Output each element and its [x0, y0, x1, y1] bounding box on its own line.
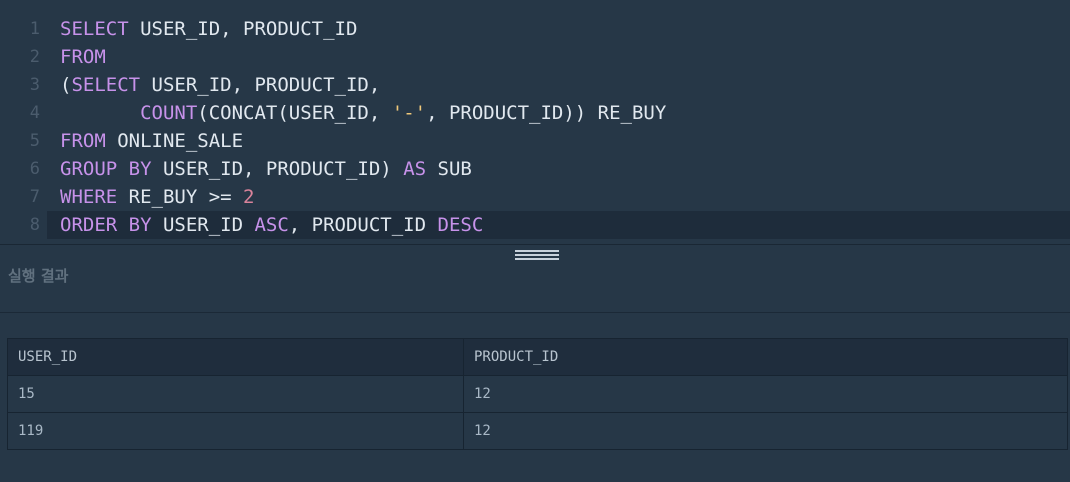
code-text[interactable]: GROUP BY USER_ID, PRODUCT_ID) AS SUB [60, 155, 472, 183]
code-token: RE_BUY >= [117, 186, 244, 208]
code-token: FROM [60, 130, 106, 152]
table-row: 119 12 [7, 412, 1068, 450]
code-text[interactable]: (SELECT USER_ID, PRODUCT_ID, [60, 71, 380, 99]
code-line[interactable]: 2 FROM [0, 43, 1070, 71]
code-text[interactable]: FROM [60, 43, 106, 71]
code-token: DESC [437, 214, 484, 236]
code-token: ONLINE_SALE [105, 130, 244, 152]
code-line[interactable]: 6 GROUP BY USER_ID, PRODUCT_ID) AS SUB [0, 155, 1070, 183]
code-line[interactable]: 3 (SELECT USER_ID, PRODUCT_ID, [0, 71, 1070, 99]
code-text[interactable]: ORDER BY USER_ID ASC, PRODUCT_ID DESC [60, 211, 483, 239]
code-token: ASC [254, 214, 289, 236]
line-number: 6 [29, 159, 40, 179]
code-token: WHERE [60, 186, 118, 208]
line-number: 7 [29, 187, 40, 207]
code-token: USER_ID [151, 214, 255, 236]
code-token: '-' [391, 102, 427, 124]
code-token: USER_ID, PRODUCT_ID [128, 18, 358, 40]
cell-product-id: 12 [463, 412, 1068, 450]
code-token: COUNT [140, 102, 198, 124]
code-token: , PRODUCT_ID)) RE_BUY [426, 102, 667, 124]
code-text[interactable]: WHERE RE_BUY >= 2 [60, 183, 255, 211]
code-token: , PRODUCT_ID [288, 214, 438, 236]
code-token: (CONCAT(USER_ID, [197, 102, 392, 124]
code-token: SELECT [60, 18, 129, 40]
cell-user-id: 15 [7, 375, 464, 413]
code-line[interactable]: 5 FROM ONLINE_SALE [0, 127, 1070, 155]
code-token: SELECT [71, 74, 141, 96]
code-token: GROUP BY [60, 158, 152, 180]
code-token: ( [60, 74, 72, 96]
result-table: USER_ID PRODUCT_ID 15 12 119 12 [7, 338, 1068, 450]
code-line[interactable]: 4 COUNT(CONCAT(USER_ID, '-', PRODUCT_ID)… [0, 99, 1070, 127]
drag-handle-icon[interactable] [514, 249, 560, 263]
code-text[interactable]: FROM ONLINE_SALE [60, 127, 243, 155]
line-number: 5 [29, 131, 40, 151]
table-header-row: USER_ID PRODUCT_ID [7, 338, 1068, 376]
code-editor[interactable]: 1 SELECT USER_ID, PRODUCT_ID 2 FROM 3 (SELECT… [0, 0, 1070, 244]
line-number: 1 [29, 19, 40, 39]
code-line[interactable]: 1 SELECT USER_ID, PRODUCT_ID [0, 15, 1070, 43]
code-text[interactable]: COUNT(CONCAT(USER_ID, '-', PRODUCT_ID)) … [60, 99, 666, 127]
table-row: 15 12 [7, 375, 1068, 413]
code-line[interactable]: 7 WHERE RE_BUY >= 2 [0, 183, 1070, 211]
line-number: 4 [29, 103, 40, 123]
code-token: USER_ID, PRODUCT_ID) [151, 158, 404, 180]
column-header-product-id: PRODUCT_ID [463, 338, 1068, 376]
code-token: FROM [60, 46, 106, 68]
code-token: 2 [243, 186, 255, 208]
code-token: ORDER BY [60, 214, 152, 236]
code-line[interactable]: 8 ORDER BY USER_ID ASC, PRODUCT_ID DESC [30, 211, 1070, 239]
column-header-user-id: USER_ID [7, 338, 464, 376]
result-divider [0, 312, 1070, 313]
editor-divider [0, 244, 1070, 245]
cell-product-id: 12 [463, 375, 1068, 413]
result-title: 실행 결과 [8, 267, 69, 285]
code-token: USER_ID, PRODUCT_ID, [140, 74, 381, 96]
cell-user-id: 119 [7, 412, 464, 450]
line-number: 2 [29, 47, 40, 67]
code-token: SUB [426, 158, 472, 180]
line-number: 8 [29, 215, 40, 235]
code-text[interactable]: SELECT USER_ID, PRODUCT_ID [60, 15, 357, 43]
line-number: 3 [29, 75, 40, 95]
sql-editor-app: 1 SELECT USER_ID, PRODUCT_ID 2 FROM 3 (SELECT… [0, 0, 1070, 482]
code-token: AS [403, 158, 427, 180]
